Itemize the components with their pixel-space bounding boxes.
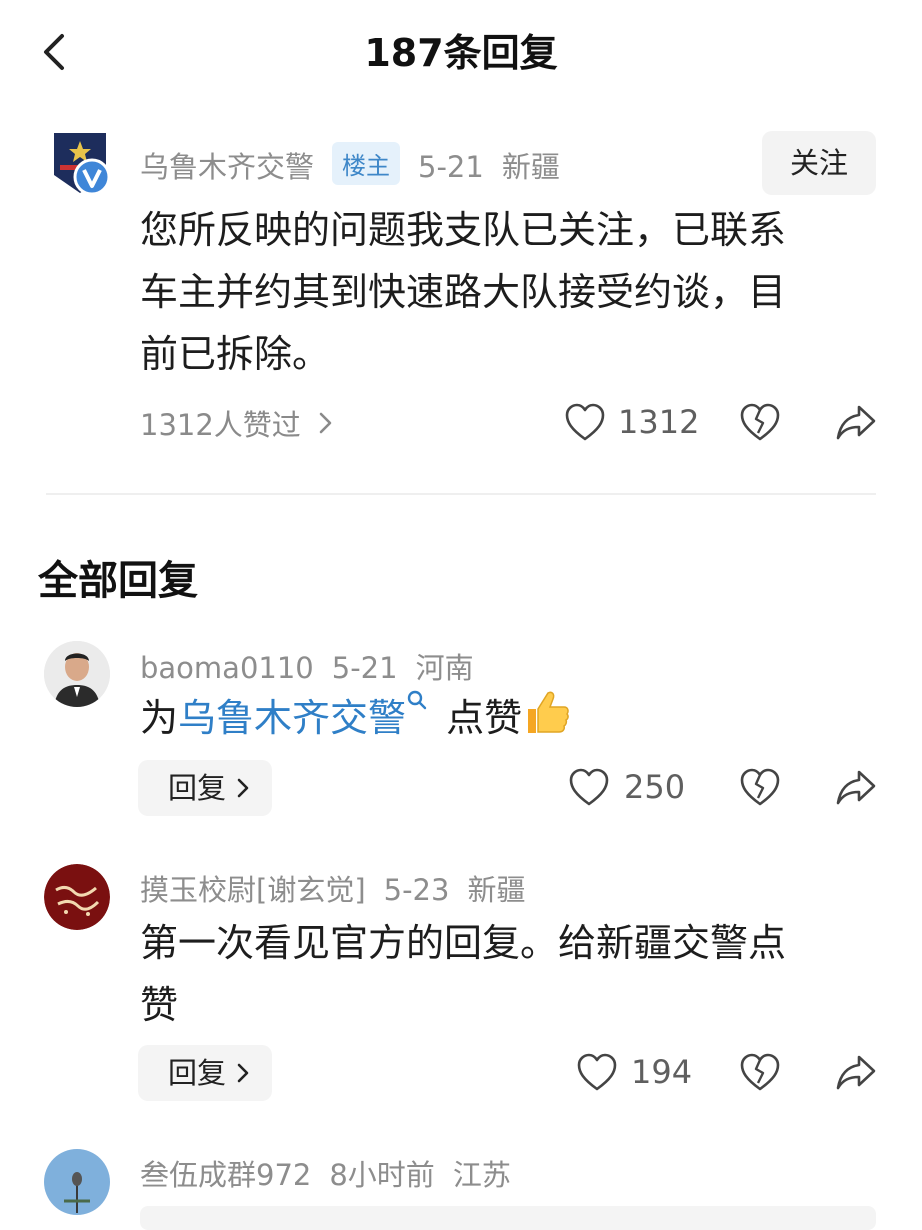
like-button[interactable] (563, 401, 607, 445)
owner-badge: 楼主 (332, 142, 401, 185)
follow-button[interactable]: 关注 (762, 131, 876, 195)
like-count: 250 (624, 768, 686, 806)
dislike-button[interactable] (738, 766, 782, 810)
reply-date: 5-21 (331, 651, 398, 685)
reply-button-label: 回复 (168, 1056, 227, 1090)
reply-location: 河南 (415, 651, 474, 685)
author-name[interactable]: 乌鲁木齐交警 (140, 150, 314, 184)
likers-text: 1312人赞过 (140, 408, 301, 442)
dislike-button[interactable] (738, 401, 782, 445)
reply-author[interactable]: baoma0110 (140, 651, 314, 685)
reply-text: 为乌鲁木齐交警 点赞 (140, 687, 572, 755)
reply-author[interactable]: 摸玉校尉[谢玄觉] (140, 873, 366, 907)
dislike-button[interactable] (738, 1051, 782, 1095)
search-icon (407, 690, 427, 710)
post-meta: 乌鲁木齐交警 楼主 5-21 新疆 (140, 142, 578, 186)
share-button[interactable] (834, 1051, 878, 1095)
broken-heart-icon (740, 1053, 780, 1091)
calligraphy-avatar (44, 864, 110, 930)
reply-meta: 摸玉校尉[谢玄觉] 5-23 新疆 (140, 867, 543, 909)
reply-text-line: 赞 (140, 983, 179, 1027)
like-count: 194 (631, 1053, 693, 1091)
reply-button[interactable]: 回复 (138, 760, 273, 816)
reply-button-label: 回复 (168, 771, 227, 805)
section-title: 全部回复 (38, 558, 198, 604)
share-button[interactable] (834, 401, 878, 445)
reply-avatar[interactable] (44, 1149, 110, 1215)
reply-location: 江苏 (452, 1158, 511, 1192)
reply-date: 5-23 (383, 873, 450, 907)
heart-outline-icon (577, 1053, 617, 1091)
reply-meta: 叁伍成群972 8小时前 江苏 (140, 1152, 529, 1194)
reply-button[interactable]: 回复 (138, 1045, 273, 1101)
reply-location: 新疆 (467, 873, 526, 907)
reply-text-line: 第一次看见官方的回复。给新疆交警点 (140, 921, 787, 965)
broken-heart-icon (740, 768, 780, 806)
post-location: 新疆 (501, 150, 560, 184)
chevron-right-icon (237, 1063, 249, 1083)
mention-link[interactable]: 乌鲁木齐交警 (178, 690, 428, 740)
chevron-right-icon (237, 778, 249, 798)
person-avatar (44, 641, 110, 707)
post-text-line: 车主并约其到快速路大队接受约谈，目 (140, 270, 787, 314)
like-button[interactable] (567, 766, 611, 810)
sky-bird-avatar (44, 1149, 110, 1215)
reply-text-post: 点赞 (446, 696, 523, 740)
heart-outline-icon (569, 768, 609, 806)
reply-avatar[interactable] (44, 641, 110, 707)
reply-avatar[interactable] (44, 864, 110, 930)
post-date: 5-21 (418, 150, 484, 184)
post-text: 您所反映的问题我支队已关注，已联系 车主并约其到快速路大队接受约谈，目 前已拆除… (140, 199, 786, 385)
mention-text: 乌鲁木齐交警 (178, 696, 407, 740)
verified-v-icon (73, 158, 111, 196)
thumbs-up-emoji (522, 687, 572, 755)
page-title: 187条回复 (364, 31, 558, 75)
share-arrow-icon (836, 770, 876, 805)
post-text-line: 您所反映的问题我支队已关注，已联系 (140, 208, 787, 252)
share-arrow-icon (836, 1055, 876, 1090)
likers-link[interactable]: 1312人赞过 (140, 402, 341, 444)
heart-outline-icon (565, 403, 605, 441)
post-text-line: 前已拆除。 (140, 332, 331, 376)
reply-author[interactable]: 叁伍成群972 (140, 1158, 311, 1192)
quoted-reply-box[interactable] (140, 1206, 876, 1230)
like-button[interactable] (575, 1051, 619, 1095)
chevron-right-icon (319, 412, 332, 434)
divider (46, 493, 876, 495)
like-count: 1312 (618, 403, 700, 441)
reply-date: 8小时前 (329, 1158, 435, 1192)
reply-text: 第一次看见官方的回复。给新疆交警点 赞 (140, 912, 786, 1036)
reply-meta: baoma0110 5-21 河南 (140, 645, 492, 687)
share-button[interactable] (834, 766, 878, 810)
reply-text-pre: 为 (140, 696, 179, 740)
broken-heart-icon (740, 403, 780, 441)
share-arrow-icon (836, 405, 876, 440)
